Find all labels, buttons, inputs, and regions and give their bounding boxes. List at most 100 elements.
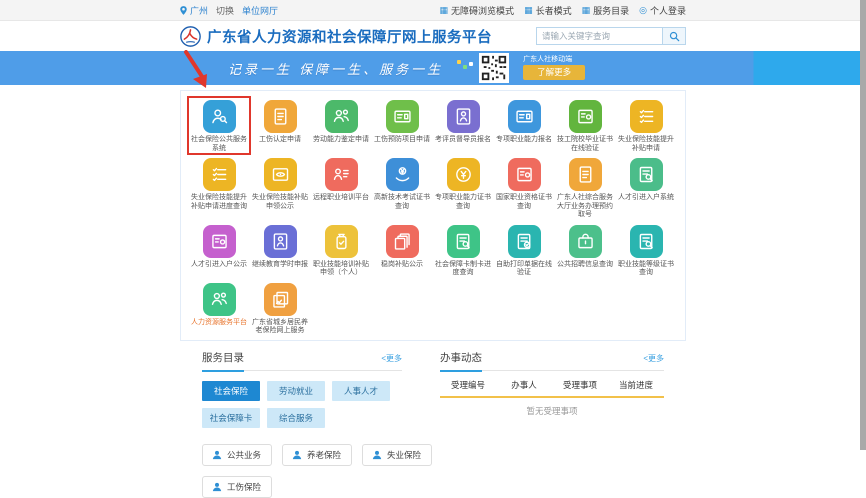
checklist-icon xyxy=(629,100,663,133)
catalog-tab-3[interactable]: 人事人才 xyxy=(332,380,390,401)
service-icon-item[interactable]: 专项职业能力报名 xyxy=(494,98,554,153)
coin-icon xyxy=(446,158,480,191)
elder-mode-link[interactable]: ▦ 长者模式 xyxy=(524,4,572,17)
photo-check-icon xyxy=(263,282,297,316)
service-icon-label: 工伤预防项目申请 xyxy=(374,136,430,143)
service-catalog-tabs: 社会保险 劳动就业 人事人才社会保障卡 综合服务 xyxy=(202,380,402,428)
people-icon xyxy=(324,100,358,133)
service-icon-item[interactable]: 高新技术考试证书查询 xyxy=(372,156,432,220)
service-icon-label: 人力资源服务平台 xyxy=(191,318,247,326)
catalog-tab-5[interactable]: 综合服务 xyxy=(267,407,325,428)
confetti-decoration xyxy=(457,59,474,69)
service-catalog-more-link[interactable]: <更多 xyxy=(381,353,402,364)
service-icon-item[interactable]: 职业技能培训补贴申领（个人） xyxy=(311,223,371,278)
site-header: 广东省人力资源和社会保障厅网上服务平台 xyxy=(0,21,866,51)
service-icon-label: 广东省城乡居民养老保险网上服务 xyxy=(252,318,308,335)
service-icon-item[interactable]: 继续教育学时申报 xyxy=(250,223,310,278)
service-icon-item[interactable]: 职业技能等级证书查询 xyxy=(616,223,676,278)
service-icon-label: 继续教育学时申报 xyxy=(252,260,308,268)
page-title: 广东省人力资源和社会保障厅网上服务平台 xyxy=(207,29,492,46)
service-icon-item[interactable]: 公共招聘信息查询 xyxy=(555,223,615,278)
catalog-tab-1[interactable]: 社会保险 xyxy=(202,380,260,401)
search-input[interactable] xyxy=(536,27,662,45)
service-icon-item[interactable]: 专项职业能力证书查询 xyxy=(433,156,493,220)
accessibility-mode-link[interactable]: ▦ 无障碍浏览模式 xyxy=(440,4,515,17)
service-icon-item[interactable]: 广东省城乡居民养老保险网上服务 xyxy=(250,281,310,336)
city-label[interactable]: 广州 xyxy=(190,4,208,17)
service-icon-item[interactable]: 远程职业培训平台 xyxy=(311,156,371,220)
cert-icon xyxy=(507,158,541,191)
service-icon-label: 高新技术考试证书查询 xyxy=(374,194,430,210)
service-catalog-link[interactable]: ▦ 服务目录 xyxy=(582,4,630,17)
service-icon-item[interactable]: 失业保险技能提升补贴申请进度查询 xyxy=(189,156,249,220)
service-icon-item[interactable]: 考评员督导员报名 xyxy=(433,98,493,153)
hand-coin-icon xyxy=(385,158,419,191)
search-icon xyxy=(669,31,679,41)
promo-banner[interactable]: 记录一生 保障一生、服务一生 广东人社移动端 了解更多 xyxy=(0,51,866,85)
service-icon-item[interactable]: 工伤认定申请 xyxy=(250,98,310,153)
insurance-button-3[interactable]: 失业保险 xyxy=(362,443,433,466)
service-icon-item[interactable]: 工伤预防项目申请 xyxy=(372,98,432,153)
insurance-button-4[interactable]: 工伤保险 xyxy=(202,475,273,498)
site-logo xyxy=(180,25,201,47)
catalog-tab-2[interactable]: 劳动就业 xyxy=(267,380,325,401)
service-icon-item[interactable]: 人才引进入户公示 xyxy=(189,223,249,278)
progress-table-header: 受理编号 办事人 受理事项 当前进度 xyxy=(440,379,664,398)
insurance-button-1[interactable]: 公共业务 xyxy=(202,443,273,466)
service-icon-item[interactable]: 社会保险公共服务系统 xyxy=(187,96,251,155)
cert-icon xyxy=(568,100,602,133)
personal-login-link[interactable]: ◎ 个人登录 xyxy=(639,4,686,17)
service-icon-item[interactable]: 技工院校毕业证书在线验证 xyxy=(555,98,615,153)
card-icon xyxy=(507,100,541,133)
insurance-button-label: 失业保险 xyxy=(387,449,422,460)
catalog-tab-4[interactable]: 社会保障卡 xyxy=(202,407,260,428)
service-icon-label: 人才引进入户系统 xyxy=(618,194,674,201)
service-icon-label: 失业保险技能提升补贴申请进度查询 xyxy=(191,194,247,210)
progress-column-header: 当前进度 xyxy=(618,379,653,390)
doc-search-icon xyxy=(629,224,663,258)
progress-column-header: 受理编号 xyxy=(450,379,485,390)
service-catalog-title: 服务目录 xyxy=(202,351,244,372)
insurance-button-label: 公共业务 xyxy=(227,449,262,460)
service-icon-item[interactable]: 自助打印单据在线验证 xyxy=(494,223,554,278)
person-door-icon xyxy=(446,100,480,133)
service-icon-label: 考评员督导员报名 xyxy=(435,136,491,143)
search-button[interactable] xyxy=(662,27,686,45)
service-icon-item[interactable]: 劳动能力鉴定申请 xyxy=(311,98,371,153)
progress-column-header: 办事人 xyxy=(511,379,537,390)
doc-search-icon xyxy=(629,158,663,191)
doc-search-icon xyxy=(446,224,480,258)
person-icon xyxy=(292,450,302,459)
service-icon-label: 失业保险技能补贴申领公示 xyxy=(252,194,308,210)
service-icon-label: 职业技能培训补贴申领（个人） xyxy=(313,260,369,277)
switch-city-link[interactable]: 切换 xyxy=(216,4,234,17)
service-icon-label: 稳岗补贴公示 xyxy=(381,260,423,268)
service-icon-item[interactable]: 稳岗补贴公示 xyxy=(372,223,432,278)
progress-more-link[interactable]: <更多 xyxy=(643,353,664,364)
service-icon-item[interactable]: 人力资源服务平台 xyxy=(189,281,249,336)
insurance-button-2[interactable]: 养老保险 xyxy=(282,443,353,466)
service-icon-item[interactable]: 社会保障卡制卡进度查询 xyxy=(433,223,493,278)
person-icon xyxy=(212,450,222,459)
page-scrollbar[interactable] xyxy=(860,0,866,450)
person-search-icon xyxy=(202,100,236,133)
doc-icon xyxy=(263,100,297,133)
doc-icon xyxy=(568,158,602,191)
service-icon-item[interactable]: 失业保险技能提升补贴申请 xyxy=(616,98,676,153)
service-icon-item[interactable]: 失业保险技能补贴申领公示 xyxy=(250,156,310,220)
learn-more-button[interactable]: 了解更多 xyxy=(523,65,586,80)
unit-hall-link[interactable]: 单位网厅 xyxy=(242,4,278,17)
service-icon-label: 自助打印单据在线验证 xyxy=(496,260,552,277)
checklist-icon xyxy=(202,158,236,191)
service-icon-item[interactable]: 广东人社综合服务大厅业务办理预约取号 xyxy=(555,156,615,220)
scrollbar-thumb[interactable] xyxy=(860,0,866,450)
service-icon-item[interactable]: 人才引进入户系统 xyxy=(616,156,676,220)
location-selector[interactable]: 广州 xyxy=(180,4,208,17)
service-icon-label: 技工院校毕业证书在线验证 xyxy=(557,136,613,152)
service-icon-label: 国家职业资格证书查询 xyxy=(496,194,552,210)
service-icon-label: 社会保障卡制卡进度查询 xyxy=(435,260,491,277)
service-icon-item[interactable]: 国家职业资格证书查询 xyxy=(494,156,554,220)
service-icon-label: 人才引进入户公示 xyxy=(191,260,247,268)
location-pin-icon xyxy=(180,5,187,15)
service-icon-label: 远程职业培训平台 xyxy=(313,194,369,201)
